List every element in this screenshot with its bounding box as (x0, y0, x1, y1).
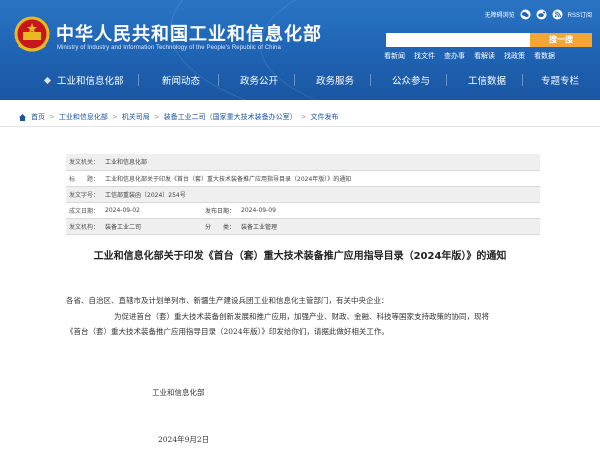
document-metadata-table: 发文机关： 工业和信息化部 标 题： 工业和信息化部关于印发《首台（套）重大技术… (66, 154, 540, 235)
meta-dept-label: 发文机构： (66, 218, 103, 234)
meta-publish-date-label: 发布日期： (205, 207, 236, 215)
meta-category-value: 装备工业管理 (238, 218, 540, 234)
site-subtitle: Ministry of Industry and Information Tec… (57, 45, 281, 51)
nav-item-gov-services[interactable]: 政务服务 (316, 73, 354, 87)
breadcrumb-separator: > (300, 113, 307, 121)
rss-link[interactable]: RSS订阅 (568, 10, 592, 19)
accessibility-link[interactable]: 无障碍浏览 (485, 10, 515, 19)
top-links: 无障碍浏览 RSS订阅 (485, 9, 592, 20)
article-title: 工业和信息化部关于印发《首台（套）重大技术装备推广应用指导目录（2024年版）》… (93, 251, 507, 262)
quick-link-services[interactable]: 查办事 (444, 51, 465, 61)
breadcrumb-separator: > (153, 113, 160, 121)
breadcrumb: 首页 > 工业和信息化部 > 机关司局 > 装备工业二司（国家重大技术装备办公室… (18, 112, 339, 122)
meta-issuer-label: 发文机关： (66, 154, 103, 170)
quick-link-interpretation[interactable]: 看解读 (474, 51, 495, 61)
breadcrumb-home[interactable]: 首页 (31, 112, 45, 122)
nav-item-ministry[interactable]: 工业和信息化部 (44, 73, 124, 87)
nav-item-news[interactable]: 新闻动态 (162, 73, 200, 87)
home-icon (19, 113, 26, 121)
quick-links: 看新闻 找文件 查办事 看解读 找政策 看数据 (384, 51, 555, 61)
nav-divider (294, 74, 295, 86)
article-signature: 工业和信息化部 (152, 388, 205, 397)
meta-title-label: 标 题： (69, 175, 100, 183)
rss-icon[interactable] (552, 9, 563, 20)
search-button[interactable]: 搜一搜 (530, 33, 592, 47)
nav-divider (138, 74, 139, 86)
wechat-icon[interactable] (520, 9, 531, 20)
nav-item-gov-affairs[interactable]: 政务公开 (240, 73, 278, 87)
breadcrumb-divider (0, 126, 600, 127)
nav-divider (370, 74, 371, 86)
quick-link-files[interactable]: 找文件 (414, 51, 435, 61)
meta-category-label: 分 类： (202, 218, 239, 234)
breadcrumb-departments[interactable]: 机关司局 (122, 112, 150, 122)
meta-docno-value: 工信部重装函〔2024〕254号 (102, 186, 540, 202)
quick-link-policy[interactable]: 找政策 (504, 51, 525, 61)
quick-link-data[interactable]: 看数据 (534, 51, 555, 61)
nav-divider (446, 74, 447, 86)
site-title[interactable]: 中华人民共和国工业和信息化部 (56, 20, 322, 46)
weibo-icon[interactable] (536, 9, 547, 20)
breadcrumb-separator: > (111, 113, 118, 121)
meta-issuer-value: 工业和信息化部 (102, 154, 540, 170)
nav-item-public-participation[interactable]: 公众参与 (392, 73, 430, 87)
article-paragraph-continued: 《首台（套）重大技术装备推广应用指导目录（2024年版）》印发给你们，请据此做好… (66, 327, 389, 336)
meta-title-value: 工业和信息化部关于印发《首台（套）重大技术装备推广应用指导目录（2024年版）》… (105, 175, 352, 183)
article-date: 2024年9月2日 (158, 435, 210, 444)
quick-link-news[interactable]: 看新闻 (384, 51, 405, 61)
search-input[interactable] (386, 33, 530, 47)
article-paragraph: 为促进首台（套）重大技术装备创新发展和推广应用，加强产业、财政、金融、科技等国家… (114, 311, 489, 321)
article-recipients: 各省、自治区、直辖市及计划单列市、新疆生产建设兵团工业和信息化主管部门，有关中央… (66, 296, 389, 305)
nav-item-special-topics[interactable]: 专题专栏 (541, 73, 579, 87)
nav-item-data[interactable]: 工信数据 (468, 73, 506, 87)
meta-written-date-label: 成文日期： (69, 207, 100, 215)
meta-publish-date-value: 2024-09-09 (241, 206, 276, 214)
breadcrumb-ministry[interactable]: 工业和信息化部 (59, 112, 108, 122)
breadcrumb-department[interactable]: 装备工业二司（国家重大技术装备办公室） (164, 112, 297, 122)
meta-dept-value: 装备工业二司 (102, 218, 203, 234)
breadcrumb-current[interactable]: 文件发布 (311, 112, 339, 122)
breadcrumb-separator: > (49, 113, 55, 121)
article-body: 各省、自治区、直辖市及计划单列市、新疆生产建设兵团工业和信息化主管部门，有关中央… (66, 293, 556, 340)
nav-divider (522, 74, 523, 86)
meta-docno-label: 发文字号： (66, 186, 103, 202)
meta-written-date-value: 2024-09-02 (105, 206, 140, 214)
national-emblem-icon[interactable] (14, 15, 50, 55)
nav-divider (218, 74, 219, 86)
nav-bullet-icon (44, 76, 51, 84)
site-header: 中华人民共和国工业和信息化部 Ministry of Industry and … (0, 0, 600, 100)
